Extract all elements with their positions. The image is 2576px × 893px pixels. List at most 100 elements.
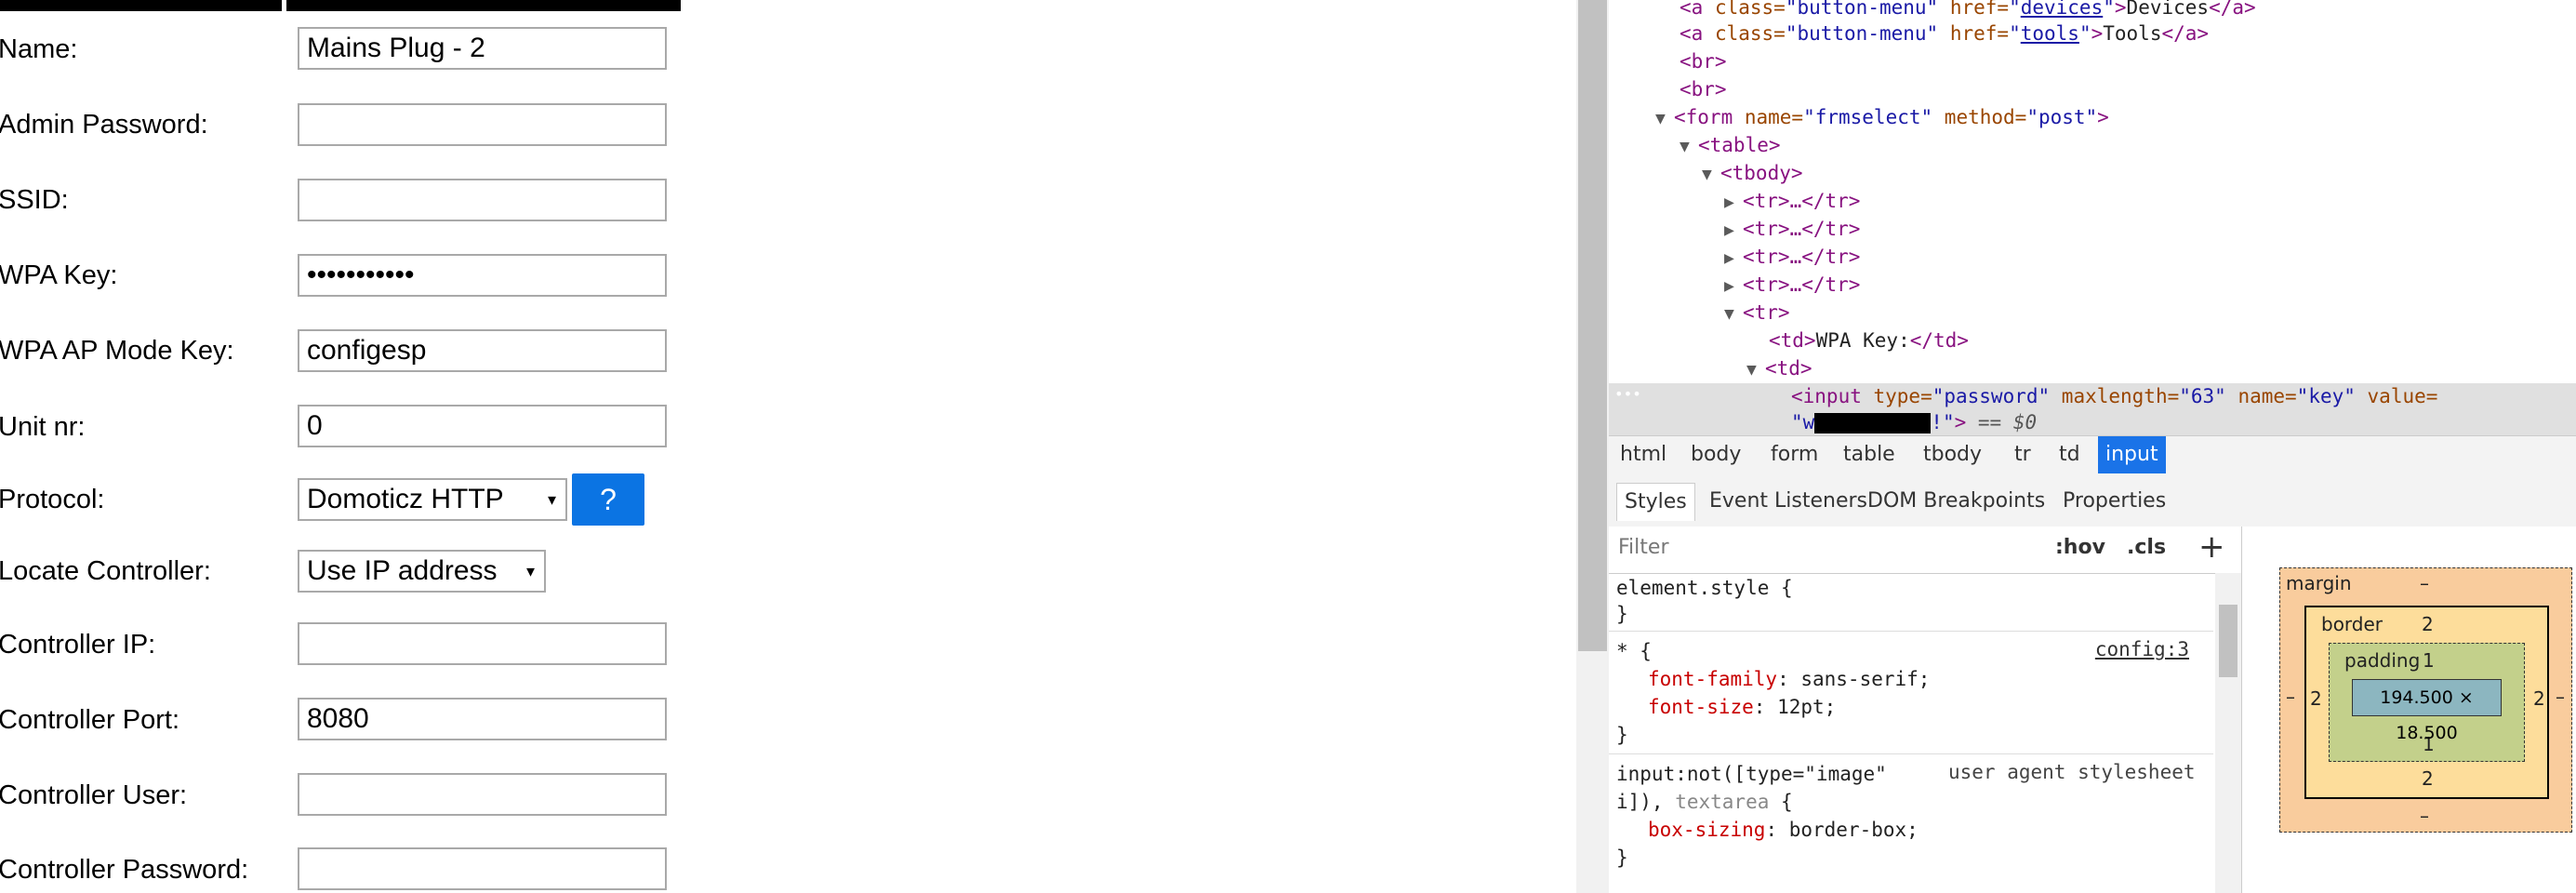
locate-controller-value: Use IP address	[307, 555, 498, 586]
dom-node-a-tools[interactable]: <a class="button-menu" href="tools">Tool…	[1680, 20, 2209, 47]
expand-triangle-icon[interactable]: ▼	[1680, 134, 1698, 160]
chevron-down-icon: ▾	[547, 490, 556, 509]
protocol-value: Domoticz HTTP	[307, 484, 504, 514]
css-brace: }	[1616, 846, 1628, 869]
css-brace: }	[1616, 724, 1628, 746]
padding-top-value[interactable]: 1	[2423, 649, 2435, 672]
chevron-down-icon: ▾	[525, 562, 535, 580]
controller-password-input[interactable]	[298, 847, 667, 890]
expand-triangle-icon[interactable]: ▼	[1655, 106, 1674, 132]
class-toggle[interactable]: .cls	[2127, 536, 2166, 559]
dom-node-tr[interactable]: ▶ <tr>…</tr>	[1724, 216, 1860, 244]
more-actions-icon[interactable]: •••	[1614, 381, 1641, 407]
locate-controller-label: Locate Controller:	[0, 556, 211, 586]
page-scrollbar[interactable]	[1576, 0, 1609, 893]
new-rule-icon[interactable]: +	[2198, 528, 2225, 566]
styles-scrollbar-thumb[interactable]	[2219, 605, 2237, 677]
box-model-margin[interactable]: margin – – – – border 2 2 2 2 padding 1 …	[2279, 567, 2572, 833]
border-top-value[interactable]: 2	[2422, 613, 2434, 635]
collapse-triangle-icon[interactable]: ▶	[1724, 190, 1743, 216]
breadcrumb-td[interactable]: td	[2052, 436, 2088, 473]
tools-link[interactable]: tools	[2021, 22, 2079, 45]
dom-node-input-value[interactable]: "w !"> == $0	[1791, 409, 2037, 435]
margin-top-value[interactable]: –	[2420, 572, 2429, 594]
css-declaration[interactable]: font-size: 12pt;	[1648, 694, 1836, 720]
styles-scrollbar[interactable]	[2215, 573, 2241, 893]
breadcrumb-tbody[interactable]: tbody	[1916, 436, 1989, 473]
dom-node-td[interactable]: <td>WPA Key:</td>	[1769, 327, 1969, 353]
styles-pane: Filter :hov .cls + element.style { } * {…	[1609, 526, 2241, 893]
page-scrollbar-thumb[interactable]	[1578, 0, 1607, 651]
name-input[interactable]: Mains Plug - 2	[298, 27, 667, 70]
protocol-label: Protocol:	[0, 485, 105, 514]
rule-divider	[1609, 753, 2213, 754]
dom-node-table[interactable]: ▼ <table>	[1680, 132, 1781, 160]
stylesheet-source-link[interactable]: config:3	[2095, 638, 2189, 660]
border-bottom-value[interactable]: 2	[2422, 767, 2434, 790]
tab-event-listeners[interactable]: Event Listeners	[1702, 483, 1875, 520]
sidebar-tabs: Styles Event Listeners DOM Breakpoints P…	[1609, 474, 2576, 527]
css-selector[interactable]: element.style {	[1616, 575, 1793, 601]
expand-triangle-icon[interactable]: ▼	[1746, 357, 1765, 383]
dom-node-tbody[interactable]: ▼ <tbody>	[1702, 160, 1803, 188]
filter-input[interactable]: Filter	[1618, 536, 1668, 559]
margin-bottom-value[interactable]: –	[2420, 805, 2429, 827]
css-selector[interactable]: i]), textarea {	[1616, 789, 1793, 815]
css-declaration[interactable]: box-sizing: border-box;	[1648, 817, 1919, 843]
wpa-ap-mode-key-input[interactable]: configesp	[298, 329, 667, 372]
css-brace: }	[1616, 603, 1628, 625]
controller-user-label: Controller User:	[0, 780, 188, 810]
box-model-padding[interactable]: padding 1 1 194.500 × 18.500	[2329, 643, 2525, 762]
dom-node-tr[interactable]: ▼ <tr>	[1724, 300, 1790, 327]
dom-node-tr[interactable]: ▶ <tr>…</tr>	[1724, 244, 1860, 272]
tab-dom-breakpoints[interactable]: DOM Breakpoints	[1860, 483, 2052, 520]
hover-state-toggle[interactable]: :hov	[2055, 536, 2105, 559]
expand-triangle-icon[interactable]: ▼	[1724, 301, 1743, 327]
controller-user-input[interactable]	[298, 773, 667, 816]
tab-styles[interactable]: Styles	[1616, 483, 1695, 521]
expand-triangle-icon[interactable]: ▼	[1702, 162, 1720, 188]
tab-properties[interactable]: Properties	[2055, 483, 2173, 520]
protocol-select[interactable]: Domoticz HTTP ▾	[298, 478, 567, 521]
dom-node-input-selected[interactable]: <input type="password" maxlength="63" na…	[1791, 383, 2437, 409]
box-model-content[interactable]: 194.500 × 18.500	[2352, 679, 2502, 743]
devices-link[interactable]: devices	[2021, 0, 2104, 19]
controller-port-input[interactable]: 8080	[298, 698, 667, 740]
redaction-block	[1814, 413, 1932, 433]
ssid-input[interactable]	[298, 179, 667, 221]
dom-node-tr[interactable]: ▶ <tr>…</tr>	[1724, 272, 1860, 300]
border-right-value[interactable]: 2	[2533, 687, 2545, 710]
collapse-triangle-icon[interactable]: ▶	[1724, 246, 1743, 272]
margin-left-value[interactable]: –	[2286, 686, 2295, 708]
breadcrumb-html[interactable]: html	[1613, 436, 1674, 473]
menu-bar-segment	[0, 0, 282, 11]
dom-node-tr[interactable]: ▶ <tr>…</tr>	[1724, 188, 1860, 216]
breadcrumb-form[interactable]: form	[1763, 436, 1826, 473]
name-label: Name:	[0, 34, 78, 64]
collapse-triangle-icon[interactable]: ▶	[1724, 273, 1743, 300]
dom-node-br[interactable]: <br>	[1680, 76, 1727, 102]
collapse-triangle-icon[interactable]: ▶	[1724, 218, 1743, 244]
breadcrumb-table[interactable]: table	[1836, 436, 1903, 473]
dom-node-form[interactable]: ▼ <form name="frmselect" method="post">	[1655, 104, 2109, 132]
protocol-help-button[interactable]: ?	[572, 473, 644, 526]
dom-node-td[interactable]: ▼ <td>	[1746, 355, 1812, 383]
box-model-border[interactable]: border 2 2 2 2 padding 1 1 194.500 × 18.…	[2304, 606, 2549, 799]
dom-node-a-devices[interactable]: <a class="button-menu" href="devices">De…	[1680, 0, 2256, 20]
css-selector[interactable]: * {	[1616, 638, 1652, 664]
locate-controller-select[interactable]: Use IP address ▾	[298, 550, 546, 593]
margin-right-value[interactable]: –	[2556, 686, 2565, 708]
border-left-value[interactable]: 2	[2310, 687, 2322, 710]
menu-bar-segment	[286, 0, 681, 11]
breadcrumb-body[interactable]: body	[1683, 436, 1748, 473]
controller-ip-input[interactable]	[298, 622, 667, 665]
css-declaration[interactable]: font-family: sans-serif;	[1648, 666, 1930, 692]
admin-password-input[interactable]	[298, 103, 667, 146]
wpa-key-input[interactable]: •••••••••••	[298, 254, 667, 297]
breadcrumb-tr[interactable]: tr	[2007, 436, 2038, 473]
controller-ip-label: Controller IP:	[0, 630, 156, 660]
css-selector[interactable]: input:not([type="image"	[1616, 761, 1887, 787]
unit-nr-input[interactable]: 0	[298, 405, 667, 447]
dom-node-br[interactable]: <br>	[1680, 48, 1727, 74]
breadcrumb-input[interactable]: input	[2098, 436, 2166, 473]
